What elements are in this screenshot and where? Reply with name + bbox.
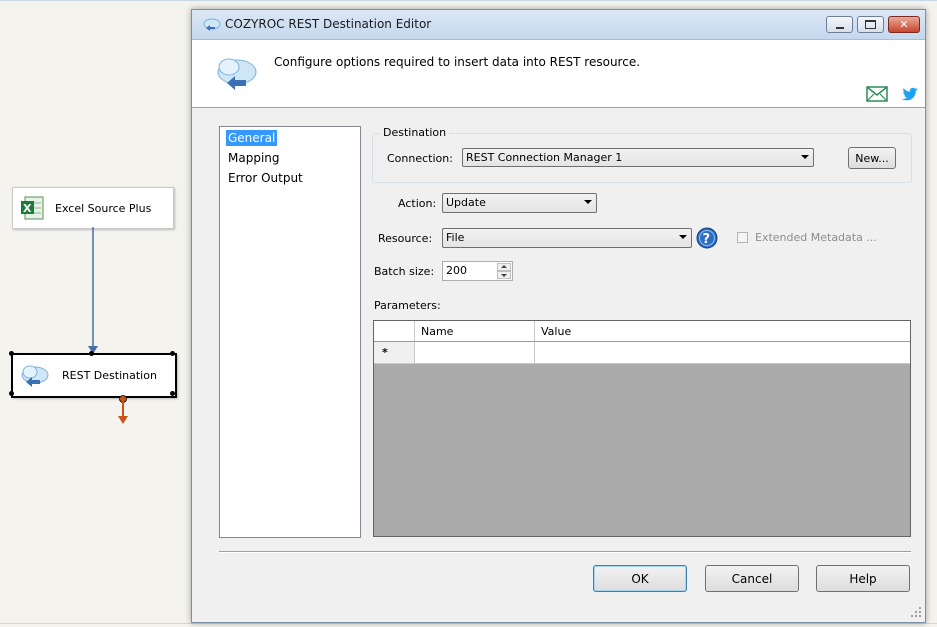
dialog-header: Configure options required to insert dat… [192,40,925,108]
maximize-button[interactable] [857,16,884,33]
column-header-value[interactable]: Value [535,321,910,341]
svg-text:X: X [23,202,32,215]
action-select[interactable]: Update [442,193,597,213]
close-button[interactable]: ✕ [888,16,920,33]
parameters-grid[interactable]: Name Value * [373,320,911,537]
app-cloud-icon [202,16,222,35]
help-icon[interactable]: ? [696,227,718,252]
task-label: Excel Source Plus [55,201,152,215]
path-arrow[interactable] [85,227,101,355]
connection-select[interactable]: REST Connection Manager 1 [462,148,814,167]
footer-separator [219,551,911,553]
minimize-icon [835,26,844,29]
svg-text:?: ? [703,232,711,247]
value-cell[interactable] [535,342,910,363]
chevron-down-icon [501,274,507,277]
window-title: COZYROC REST Destination Editor [225,17,432,31]
error-output-arrow[interactable] [115,394,131,426]
action-label: Action: [398,197,437,210]
title-bar[interactable]: COZYROC REST Destination Editor ✕ [192,10,925,40]
close-icon: ✕ [899,18,909,31]
row-header: * [374,342,415,363]
extended-metadata-checkbox[interactable] [737,232,748,243]
nav-item-general[interactable]: General [226,130,278,146]
extended-metadata-label: Extended Metadata ... [755,231,877,244]
grid-header: Name Value [374,321,910,342]
minimize-button[interactable] [826,16,853,33]
size-grip[interactable] [911,607,923,619]
header-cloud-icon [214,54,260,97]
page-navigation-list[interactable]: General Mapping Error Output [219,126,361,538]
name-cell[interactable] [415,342,535,363]
column-header-name[interactable]: Name [415,321,535,341]
resource-value: File [446,231,465,244]
ok-button[interactable]: OK [593,565,687,592]
nav-item-mapping[interactable]: Mapping [226,150,282,166]
selection-handle[interactable] [9,351,14,356]
chevron-up-icon [501,265,507,268]
email-icon[interactable] [866,86,888,105]
parameters-label: Parameters: [374,299,441,312]
help-button[interactable]: Help [816,565,910,592]
selection-handle[interactable] [9,391,14,396]
destination-group-title: Destination [380,126,450,139]
selection-handle[interactable] [89,351,94,356]
spin-down-button[interactable] [497,271,511,279]
action-value: Update [446,196,486,209]
batch-size-stepper[interactable]: 200 [442,261,513,281]
nav-item-error-output[interactable]: Error Output [226,170,305,186]
excel-icon: X [19,195,45,221]
grid-new-row[interactable]: * [374,342,910,364]
selection-handle[interactable] [170,391,175,396]
resource-label: Resource: [378,232,433,245]
grid-corner [374,321,415,341]
maximize-icon [865,20,876,29]
cloud-icon [18,362,52,390]
task-excel-source[interactable]: X Excel Source Plus [12,187,174,229]
cancel-button[interactable]: Cancel [705,565,799,592]
task-rest-destination[interactable]: REST Destination [11,353,177,398]
new-connection-button[interactable]: New... [848,147,896,169]
header-description: Configure options required to insert dat… [274,55,641,69]
selection-handle[interactable] [170,351,175,356]
chevron-down-icon [679,235,687,239]
batch-size-label: Batch size: [374,265,435,278]
batch-size-value: 200 [446,264,467,277]
resource-select[interactable]: File [442,228,692,248]
chevron-down-icon [584,200,592,204]
spin-up-button[interactable] [497,263,511,271]
twitter-icon[interactable] [901,86,919,105]
rest-destination-editor-dialog: COZYROC REST Destination Editor ✕ Config… [191,9,926,623]
task-label: REST Destination [62,369,157,382]
chevron-down-icon [801,155,809,159]
connection-label: Connection: [387,152,453,165]
connection-value: REST Connection Manager 1 [466,151,623,164]
